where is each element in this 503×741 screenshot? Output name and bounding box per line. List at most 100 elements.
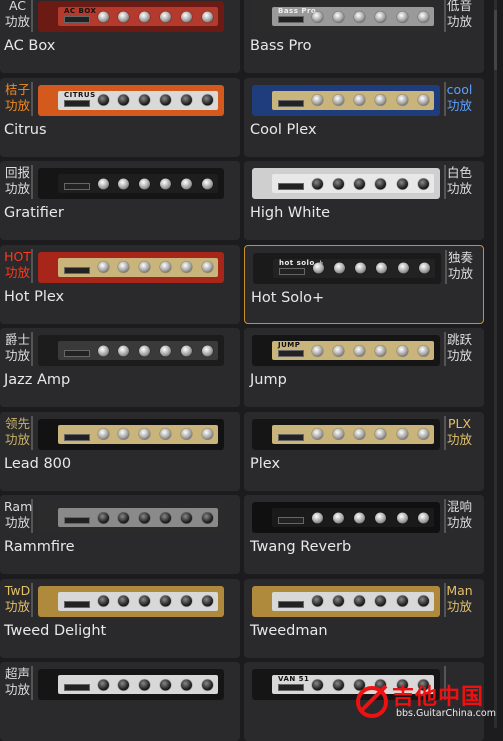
knob-icon xyxy=(354,512,366,523)
amp-model-grid: AC BOX AC 功放 AC Box Bass Pro 低音 功放 Bass Pro CITR… xyxy=(0,0,503,741)
scrollbar[interactable] xyxy=(494,0,497,728)
knob-icon xyxy=(201,11,213,22)
knob-icon xyxy=(354,428,366,440)
amp-tile[interactable]: 超声 功放 xyxy=(0,662,240,741)
amp-name: Hot Plex xyxy=(4,288,65,305)
amp-brand-label: Bass Pro xyxy=(278,7,317,15)
amp-badge: 独奏 功放 xyxy=(445,249,474,284)
scrollbar-thumb[interactable] xyxy=(494,10,497,70)
amp-thumbnail xyxy=(38,669,224,700)
knob-row xyxy=(312,595,429,607)
amp-tile[interactable]: 领先 功放 Lead 800 xyxy=(0,411,240,491)
knob-icon xyxy=(354,11,366,22)
amp-thumbnail xyxy=(38,168,224,199)
knob-icon xyxy=(201,512,213,523)
knob-icon xyxy=(333,345,345,356)
amp-badge-line: 功放 xyxy=(4,264,30,280)
amp-tile[interactable]: JUMP 跳跃 功放 Jump xyxy=(244,328,484,407)
amp-name: AC Box xyxy=(4,38,56,54)
amp-badge-line: 功放 xyxy=(446,515,472,530)
amp-badge: cool 功放 xyxy=(444,81,473,116)
knob-icon xyxy=(375,345,387,356)
knob-row xyxy=(312,178,429,189)
knob-icon xyxy=(333,512,345,523)
channel-selector xyxy=(279,267,305,275)
amp-tile[interactable]: cool 功放 Cool Plex xyxy=(244,77,484,157)
amp-badge-line: HOT xyxy=(4,248,31,264)
amp-badge-line: Ram xyxy=(4,499,33,514)
amp-badge: AC 功放 xyxy=(4,0,33,32)
knob-icon xyxy=(312,679,324,690)
knob-row xyxy=(97,11,213,22)
amp-name: Cool Plex xyxy=(250,121,317,138)
knob-icon xyxy=(201,178,213,189)
amp-name: Plex xyxy=(250,455,281,472)
amp-tile[interactable]: CITRUS 桔子 功放 Citrus xyxy=(0,77,240,157)
amp-tile[interactable]: 爵士 功放 Jazz Amp xyxy=(0,328,240,407)
amp-badge-line: PLX xyxy=(447,415,472,431)
knob-icon xyxy=(397,262,409,274)
knob-icon xyxy=(180,345,192,356)
amp-badge-line: 功放 xyxy=(446,348,472,363)
channel-selector xyxy=(278,517,304,524)
knob-icon xyxy=(333,428,345,440)
amp-badge-line: 功放 xyxy=(446,431,472,447)
amp-badge: Man 功放 xyxy=(444,582,473,617)
knob-icon xyxy=(139,679,151,690)
amp-tile[interactable]: 回报 功放 Gratifier xyxy=(0,161,240,240)
amp-tile[interactable]: Man 功放 Tweedman xyxy=(244,578,484,658)
amp-badge: 混响 功放 xyxy=(444,499,473,533)
knob-icon xyxy=(201,261,213,273)
amp-badge-line: 混响 xyxy=(446,499,472,514)
channel-selector xyxy=(278,99,304,107)
amp-tile[interactable]: hot solo + 独奏 功放 Hot Solo+ xyxy=(244,244,484,324)
knob-icon xyxy=(375,512,387,523)
amp-tile[interactable]: PLX 功放 Plex xyxy=(244,411,484,491)
amp-tile[interactable]: 白色 功放 High White xyxy=(244,161,484,240)
knob-icon xyxy=(139,595,151,607)
amp-tile[interactable]: Bass Pro 低音 功放 Bass Pro xyxy=(244,0,484,73)
knob-icon xyxy=(201,345,213,356)
amp-badge-line: 功放 xyxy=(447,265,473,281)
channel-selector xyxy=(64,433,90,441)
knob-icon xyxy=(396,94,408,106)
knob-icon xyxy=(97,345,109,356)
knob-icon xyxy=(417,11,429,22)
knob-icon xyxy=(118,512,130,523)
knob-row xyxy=(313,262,430,274)
knob-icon xyxy=(180,94,192,106)
knob-icon xyxy=(139,261,151,273)
amp-tile[interactable]: AC BOX AC 功放 AC Box xyxy=(0,0,240,73)
amp-badge-line: 功放 xyxy=(446,14,472,29)
knob-icon xyxy=(180,679,192,690)
knob-icon xyxy=(417,512,429,523)
knob-icon xyxy=(376,262,388,274)
amp-tile[interactable]: Ram 功放 Rammfire xyxy=(0,495,240,574)
knob-icon xyxy=(139,178,151,189)
knob-icon xyxy=(180,595,192,607)
amp-name: Rammfire xyxy=(4,539,75,555)
knob-icon xyxy=(139,345,151,356)
knob-row xyxy=(312,428,429,440)
knob-icon xyxy=(180,178,192,189)
channel-selector xyxy=(64,600,90,608)
knob-icon xyxy=(312,178,324,189)
knob-icon xyxy=(201,595,213,607)
knob-row xyxy=(97,261,213,273)
knob-icon xyxy=(180,512,192,523)
knob-icon xyxy=(160,428,172,440)
amp-badge-line: 功放 xyxy=(4,431,30,447)
amp-tile[interactable]: TwD 功放 Tweed Delight xyxy=(0,578,240,658)
amp-tile[interactable]: 混响 功放 Twang Reverb xyxy=(244,495,484,574)
knob-icon xyxy=(417,595,429,607)
amp-thumbnail xyxy=(38,585,224,617)
knob-icon xyxy=(375,94,387,106)
knob-icon xyxy=(139,512,151,523)
amp-tile[interactable]: HOT 功放 Hot Plex xyxy=(0,244,240,324)
knob-icon xyxy=(118,345,130,356)
knob-icon xyxy=(118,94,130,106)
knob-icon xyxy=(396,178,408,189)
channel-selector xyxy=(64,99,90,107)
knob-icon xyxy=(160,11,172,22)
knob-icon xyxy=(160,94,172,106)
